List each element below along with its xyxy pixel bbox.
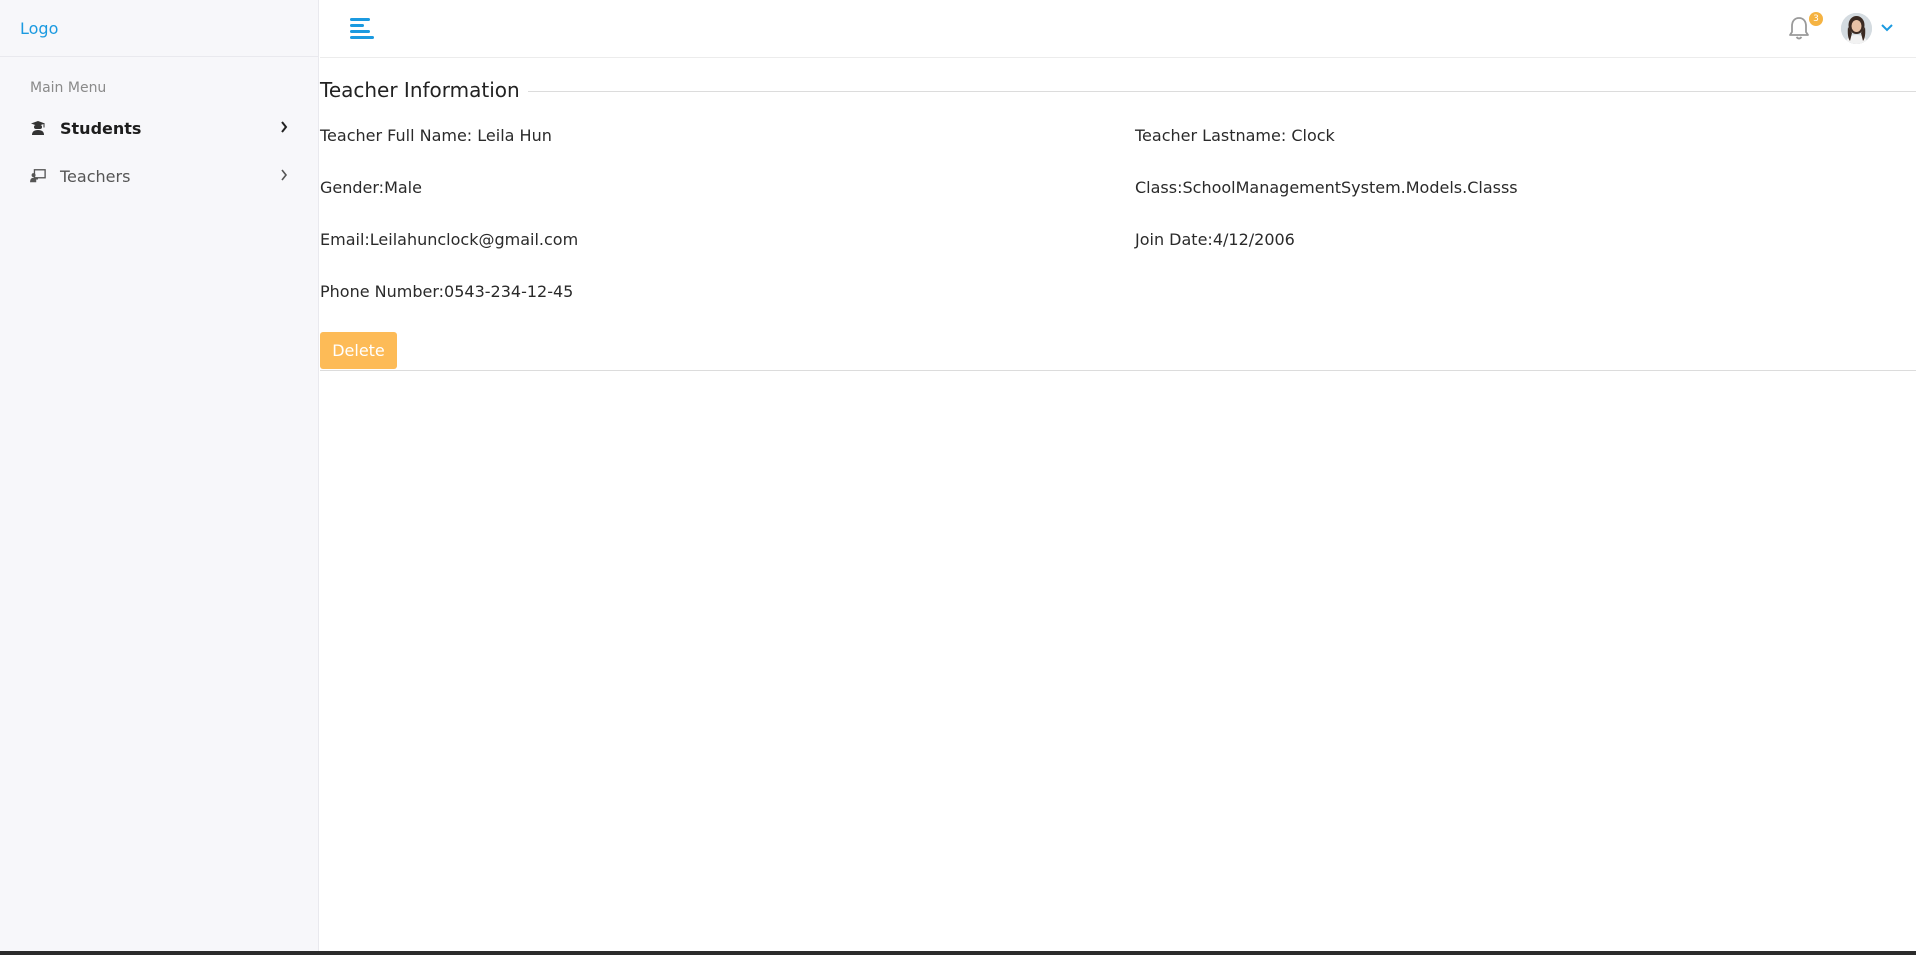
delete-button[interactable]: Delete [320,332,397,369]
chevron-right-icon [281,121,288,133]
graduate-icon [30,120,46,136]
section-header: Teacher Information [320,77,1916,103]
page-title: Teacher Information [320,78,520,102]
full-name-field: Teacher Full Name: Leila Hun [320,126,552,145]
class-field: Class:SchoolManagementSystem.Models.Clas… [1135,178,1518,197]
window-bottom-edge [0,951,1916,955]
chevron-down-icon[interactable] [1881,24,1893,32]
logo[interactable]: Logo [20,19,58,38]
divider [527,90,1916,92]
email-field: Email:Leilahunclock@gmail.com [320,230,579,249]
sidebar-item-label: Teachers [60,166,131,186]
sidebar: Logo Main Menu Students Teachers [0,0,319,955]
chevron-right-icon [281,169,288,181]
menu-toggle-icon[interactable] [350,16,374,40]
chalkboard-teacher-icon [30,168,46,184]
logo-area: Logo [0,0,318,57]
phone-field: Phone Number:0543-234-12-45 [320,282,574,301]
gender-field: Gender:Male [320,178,422,197]
sidebar-item-label: Students [60,118,142,138]
divider [320,370,1916,371]
avatar[interactable] [1841,13,1872,44]
join-date-field: Join Date:4/12/2006 [1135,230,1295,249]
main-menu-title: Main Menu [30,80,107,96]
sidebar-item-students[interactable]: Students [0,104,318,152]
bell-icon[interactable] [1787,15,1811,41]
sidebar-item-teachers[interactable]: Teachers [0,152,318,200]
notification-badge: 3 [1809,12,1823,26]
lastname-field: Teacher Lastname: Clock [1135,126,1335,145]
top-header: 3 [320,0,1916,58]
